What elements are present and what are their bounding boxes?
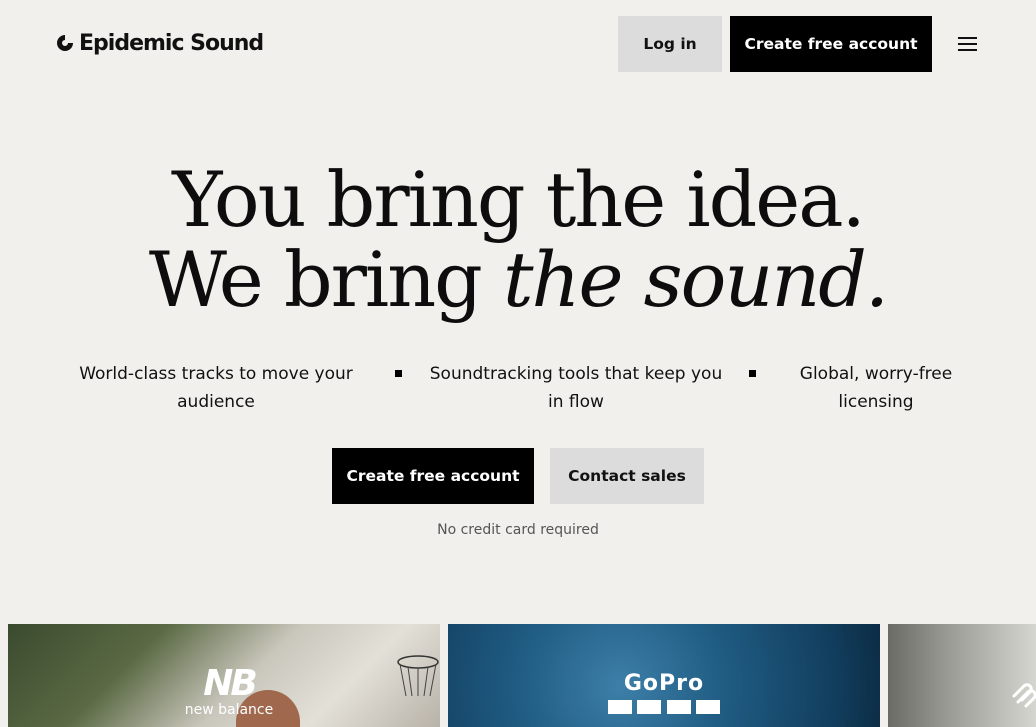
headline-line-2-plain: We bring (148, 235, 503, 324)
headline-line-2-italic: the sound. (503, 235, 889, 324)
logo[interactable]: Epidemic Sound (56, 28, 264, 58)
bullet-separator (395, 370, 402, 377)
hamburger-menu-icon[interactable] (958, 36, 978, 52)
epidemic-sound-logo-icon (57, 35, 73, 51)
gopro-brand-text: GoPro (623, 671, 705, 696)
bullet-separator (749, 370, 756, 377)
showcase-card-new-balance[interactable]: NB new balance (8, 624, 440, 727)
no-credit-card-note: No credit card required (437, 522, 599, 538)
gopro-logo: GoPro (608, 672, 720, 714)
showcase-card-gopro[interactable]: GoPro (448, 624, 880, 727)
login-button[interactable]: Log in (618, 16, 722, 72)
new-balance-logo: NB new balance (174, 663, 284, 719)
new-balance-brand-text: new balance (184, 702, 274, 718)
gopro-blocks-icon (608, 700, 720, 714)
headline-line-2: We bring the sound. (0, 240, 1036, 320)
feature-licensing: Global, worry-free licensing (799, 364, 953, 412)
hero-headline: You bring the idea. We bring the sound. (0, 160, 1036, 320)
logo-text: Epidemic Sound (79, 30, 264, 56)
create-account-button[interactable]: Create free account (332, 448, 534, 504)
squarespace-logo-icon (1012, 683, 1036, 708)
create-account-header-button[interactable]: Create free account (730, 16, 932, 72)
basketball-hoop-image (397, 655, 439, 697)
site-header: Epidemic Sound Log in Create free accoun… (0, 0, 1036, 88)
showcase-card-squarespace[interactable] (888, 624, 1036, 727)
feature-tools: Soundtracking tools that keep you in flo… (429, 364, 723, 412)
feature-tracks: World-class tracks to move your audience (79, 364, 353, 412)
contact-sales-button[interactable]: Contact sales (550, 448, 704, 504)
new-balance-nb-icon: NB (203, 663, 258, 704)
headline-line-1: You bring the idea. (172, 155, 865, 244)
